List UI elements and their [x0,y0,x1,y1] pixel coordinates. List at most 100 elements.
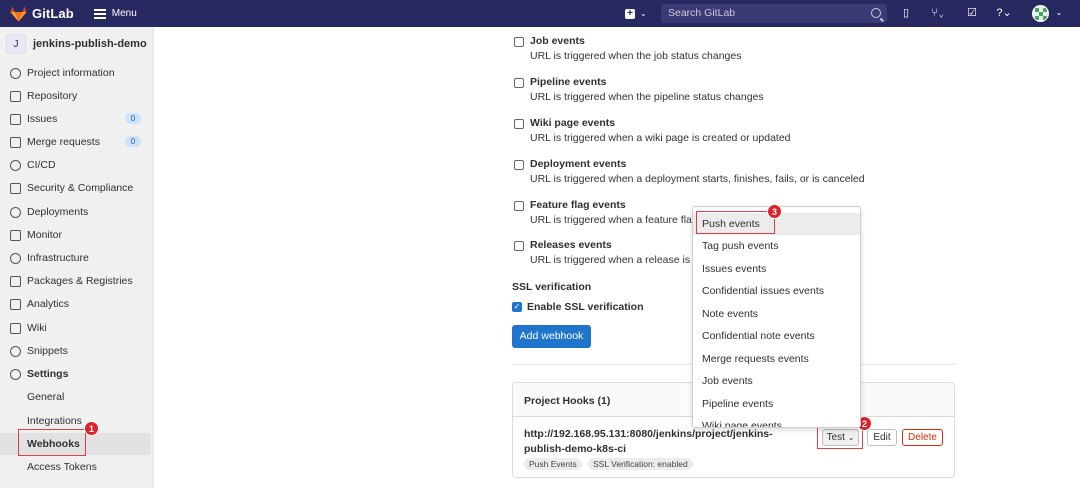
merge-request-icon [10,136,21,148]
ssl-verification-title: SSL verification [512,281,592,293]
sidebar-item-infrastructure[interactable]: Infrastructure [0,247,153,269]
sidebar-item-security-compliance[interactable]: Security & Compliance [0,177,153,199]
sidebar-item-packages-registries[interactable]: Packages & Registries [0,270,153,292]
scissors-icon [10,345,21,357]
merge-request-icon[interactable]: ⑂⌄ [928,7,948,19]
menu-button[interactable]: Menu [93,8,137,19]
deployments-icon [10,206,21,218]
event-description: URL is triggered when a feature flag [530,214,698,226]
add-webhook-button[interactable]: Add webhook [512,325,591,348]
wiki-icon [10,322,21,334]
event-description: URL is triggered when the job status cha… [530,50,742,62]
project-avatar: J [6,34,26,54]
delete-button[interactable]: Delete [902,429,943,446]
rocket-icon [10,159,21,171]
sidebar-item-label: Packages & Registries [27,275,133,287]
dropdown-item-confidential-note-events[interactable]: Confidential note events [693,325,860,347]
hamburger-icon [93,9,106,19]
monitor-icon [10,229,21,241]
issues-icon [10,113,21,125]
menu-label: Menu [111,8,137,19]
chevron-down-icon[interactable]: ⌄ [1053,7,1065,19]
todo-icon[interactable]: ☑ [966,7,978,19]
event-description: URL is triggered when the pipeline statu… [530,91,764,103]
event-title: Feature flag events [530,199,626,211]
sidebar-item-merge-requests[interactable]: Merge requests 0 [0,131,153,153]
sidebar-item-issues[interactable]: Issues 0 [0,108,153,130]
event-description: URL is triggered when a wiki page is cre… [530,132,791,144]
event-description: URL is triggered when a release is c [530,254,699,266]
sidebar-item-label: Snippets [27,345,68,357]
event-title: Releases events [530,239,612,251]
sidebar-item-label: Project information [27,67,115,79]
sidebar-item-label: Deployments [27,206,89,218]
project-name: jenkins-publish-demo [33,38,147,50]
annotation-number-3: 3 [767,204,782,219]
cloud-icon [10,252,21,264]
sidebar-subitem-access-tokens[interactable]: Access Tokens [0,456,153,478]
chevron-down-icon[interactable]: ⌄ [640,9,647,18]
settings-icon [10,368,21,380]
event-title: Job events [530,35,585,47]
checkbox[interactable] [514,201,524,211]
sidebar-item-label: Repository [27,90,78,102]
event-title: Pipeline events [530,76,607,88]
sidebar-item-analytics[interactable]: Analytics [0,293,153,315]
checkbox[interactable] [514,119,524,129]
hook-badge-push-events: Push Events [524,458,582,470]
dropdown-item-job-events[interactable]: Job events [693,370,860,392]
avatar[interactable] [1032,5,1049,22]
dropdown-item-merge-requests-events[interactable]: Merge requests events [693,348,860,370]
sidebar-item-monitor[interactable]: Monitor [0,224,153,246]
checkbox[interactable] [514,241,524,251]
event-description: URL is triggered when a deployment start… [530,173,865,185]
dropdown-item-tag-push-events[interactable]: Tag push events [693,235,860,257]
gitlab-tanuki-icon [10,6,27,21]
checkbox[interactable] [514,37,524,47]
sidebar-item-repository[interactable]: Repository [0,85,153,107]
sidebar-item-settings[interactable]: Settings [0,363,153,385]
search-icon [871,8,881,18]
annotation-box-1 [18,429,86,456]
annotation-box-2 [817,425,863,449]
dropdown-item-wiki-page-events[interactable]: Wiki page events [693,415,860,427]
sidebar-subitem-general[interactable]: General [0,386,153,408]
test-dropdown-menu: Push events Tag push events Issues event… [692,206,861,428]
book-icon [10,90,21,102]
search-placeholder: Search GitLab [668,7,736,19]
edit-button[interactable]: Edit [867,429,897,446]
sidebar-item-label: Analytics [27,298,70,310]
sidebar-item-label: Merge requests [27,136,100,148]
sidebar-item-snippets[interactable]: Snippets [0,340,153,362]
issues-icon[interactable]: ▯ [900,7,912,19]
brand-name: GitLab [32,6,74,21]
count-badge: 0 [125,113,141,124]
annotation-box-3 [696,211,775,234]
ssl-checkbox-label: Enable SSL verification [527,301,644,313]
sidebar-item-label: Issues [27,113,58,125]
top-navbar: GitLab Menu + ⌄ Search GitLab ▯ ⑂⌄ ☑ ?⌄ … [0,0,1080,27]
plus-icon[interactable]: + [625,8,635,19]
project-header[interactable]: J jenkins-publish-demo [0,27,153,61]
sidebar-item-label: Wiki [27,322,47,334]
checkbox[interactable] [514,160,524,170]
sidebar-item-label: Settings [27,368,69,380]
dropdown-item-pipeline-events[interactable]: Pipeline events [693,393,860,415]
sidebar-item-project-information[interactable]: Project information [0,62,153,84]
help-icon[interactable]: ?⌄ [992,7,1016,19]
hook-url: http://192.168.95.131:8080/jenkins/proje… [524,428,773,455]
dropdown-item-issues-events[interactable]: Issues events [693,258,860,280]
checkbox[interactable] [514,78,524,88]
dropdown-item-confidential-issues-events[interactable]: Confidential issues events [693,280,860,302]
ssl-checkbox[interactable]: ✓ [512,302,522,312]
dropdown-item-note-events[interactable]: Note events [693,303,860,325]
info-icon [10,67,21,79]
gitlab-logo[interactable]: GitLab [10,6,74,22]
shield-icon [10,182,21,194]
sidebar: J jenkins-publish-demo Project informati… [0,27,154,488]
sidebar-item-deployments[interactable]: Deployments [0,201,153,223]
count-badge: 0 [125,136,141,147]
search-input[interactable]: Search GitLab [661,4,887,23]
sidebar-item-ci-cd[interactable]: CI/CD [0,154,153,176]
sidebar-item-wiki[interactable]: Wiki [0,317,153,339]
